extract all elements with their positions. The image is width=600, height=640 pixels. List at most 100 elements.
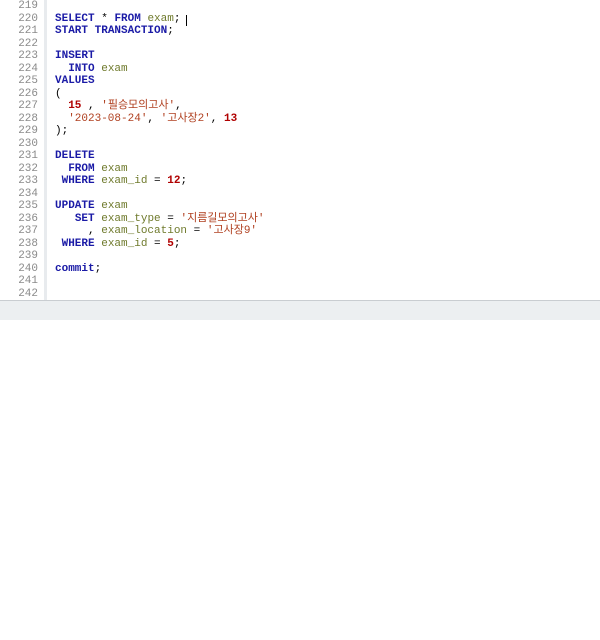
line-number: 224: [0, 63, 38, 76]
code-token: );: [55, 125, 68, 137]
code-line[interactable]: UPDATE exam: [55, 200, 600, 213]
code-token: VALUES: [55, 75, 95, 87]
line-number: 223: [0, 50, 38, 63]
code-line[interactable]: [55, 250, 600, 263]
code-token: ,: [211, 113, 224, 125]
results-panel: [0, 320, 600, 640]
code-token: UPDATE: [55, 200, 95, 212]
code-line[interactable]: , exam_location = '고사장9': [55, 225, 600, 238]
code-line[interactable]: [55, 138, 600, 151]
code-token: [55, 113, 68, 125]
code-line[interactable]: SELECT * FROM exam;: [55, 13, 600, 26]
code-token: ;: [167, 25, 174, 37]
code-token: ;: [180, 175, 187, 187]
code-token: exam_id: [101, 175, 147, 187]
code-token: ,: [147, 113, 160, 125]
line-number: 220: [0, 13, 38, 26]
code-token: *: [101, 13, 108, 25]
code-line[interactable]: '2023-08-24', '고사장2', 13: [55, 113, 600, 126]
code-token: commit: [55, 263, 95, 275]
code-token: '2023-08-24': [68, 113, 147, 125]
code-token: WHERE: [62, 238, 95, 250]
code-token: [55, 63, 68, 75]
code-token: WHERE: [62, 175, 95, 187]
panel-divider[interactable]: [0, 300, 600, 322]
code-line[interactable]: FROM exam: [55, 163, 600, 176]
code-line[interactable]: [55, 275, 600, 288]
code-token: 15: [68, 100, 81, 112]
code-editor[interactable]: 2192202212222232242252262272282292302312…: [0, 0, 600, 300]
code-token: INSERT: [55, 50, 95, 62]
line-number: 240: [0, 263, 38, 276]
code-token: exam: [101, 200, 127, 212]
code-token: exam_location: [101, 225, 187, 237]
line-number: 235: [0, 200, 38, 213]
code-area[interactable]: SELECT * FROM exam;START TRANSACTION; IN…: [44, 0, 600, 300]
code-token: =: [187, 225, 207, 237]
code-token: ,: [175, 100, 182, 112]
code-line[interactable]: VALUES: [55, 75, 600, 88]
code-token: ;: [174, 13, 181, 25]
line-number: 241: [0, 275, 38, 288]
code-token: '지름길모의고사': [180, 213, 264, 225]
code-line[interactable]: [55, 188, 600, 201]
line-number-gutter: 2192202212222232242252262272282292302312…: [0, 0, 44, 300]
code-token: ,: [81, 100, 101, 112]
line-number: 233: [0, 175, 38, 188]
code-token: SELECT: [55, 13, 95, 25]
code-token: [55, 100, 68, 112]
line-number: 227: [0, 100, 38, 113]
line-number: 239: [0, 250, 38, 263]
code-line[interactable]: 15 , '필승모의고사',: [55, 100, 600, 113]
code-token: exam_type: [101, 213, 160, 225]
line-number: 237: [0, 225, 38, 238]
code-line[interactable]: INSERT: [55, 50, 600, 63]
code-line[interactable]: (: [55, 88, 600, 101]
line-number: 219: [0, 0, 38, 13]
code-token: ,: [55, 225, 101, 237]
code-line[interactable]: INTO exam: [55, 63, 600, 76]
code-token: [55, 238, 62, 250]
line-number: 225: [0, 75, 38, 88]
code-token: ;: [174, 238, 181, 250]
code-token: [55, 163, 68, 175]
code-token: SET: [75, 213, 95, 225]
code-token: DELETE: [55, 150, 95, 162]
code-line[interactable]: commit;: [55, 263, 600, 276]
code-token: 5: [167, 238, 174, 250]
line-number: 221: [0, 25, 38, 38]
code-token: '필승모의고사': [101, 100, 175, 112]
code-line[interactable]: [55, 288, 600, 301]
code-line[interactable]: [55, 38, 600, 51]
text-cursor: [186, 15, 187, 26]
line-number: 229: [0, 125, 38, 138]
code-line[interactable]: SET exam_type = '지름길모의고사': [55, 213, 600, 226]
code-line[interactable]: );: [55, 125, 600, 138]
code-token: TRANSACTION: [95, 25, 168, 37]
line-number: 238: [0, 238, 38, 251]
code-token: exam: [101, 163, 127, 175]
code-line[interactable]: WHERE exam_id = 5;: [55, 238, 600, 251]
code-line[interactable]: DELETE: [55, 150, 600, 163]
code-token: [88, 25, 95, 37]
line-number: 226: [0, 88, 38, 101]
code-token: FROM: [68, 163, 94, 175]
line-number: 234: [0, 188, 38, 201]
line-number: 242: [0, 288, 38, 301]
code-token: exam: [101, 63, 127, 75]
code-token: [55, 213, 75, 225]
code-token: '고사장9': [207, 225, 257, 237]
code-line[interactable]: [55, 0, 600, 13]
code-line[interactable]: WHERE exam_id = 12;: [55, 175, 600, 188]
code-token: (: [55, 88, 62, 100]
code-token: 13: [224, 113, 237, 125]
code-token: START: [55, 25, 88, 37]
line-number: 231: [0, 150, 38, 163]
code-token: exam_id: [101, 238, 147, 250]
code-token: '고사장2': [161, 113, 211, 125]
code-token: INTO: [68, 63, 94, 75]
code-token: FROM: [114, 13, 140, 25]
code-token: [55, 175, 62, 187]
code-line[interactable]: START TRANSACTION;: [55, 25, 600, 38]
code-token: ;: [95, 263, 102, 275]
